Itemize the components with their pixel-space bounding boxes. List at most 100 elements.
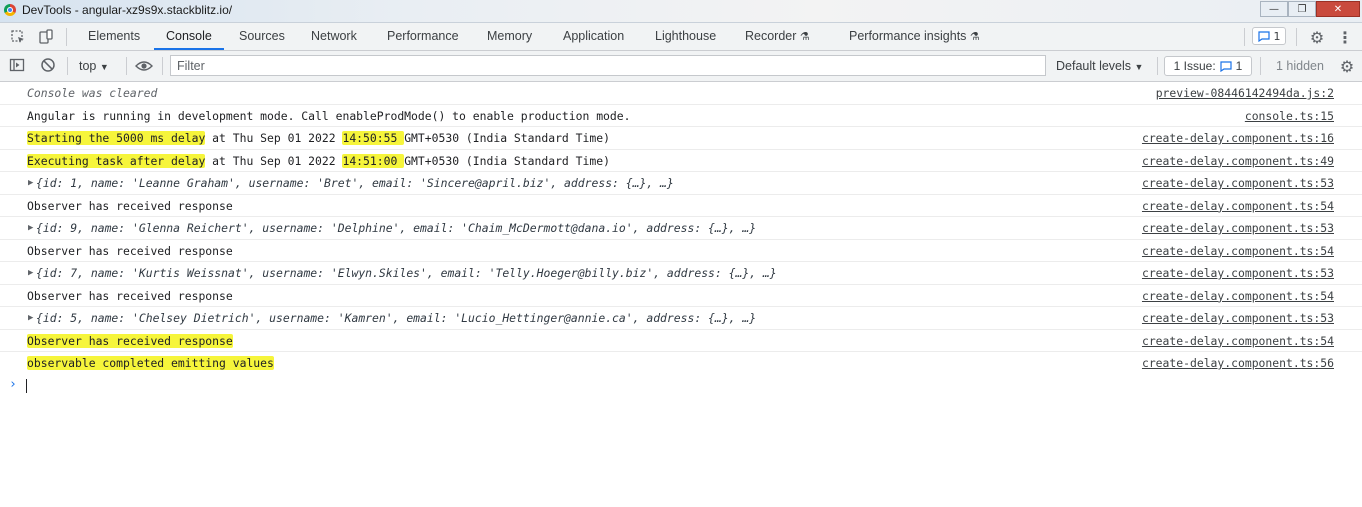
- object-preview[interactable]: {id: 1, name: 'Leanne Graham', username:…: [36, 172, 674, 194]
- source-link[interactable]: create-delay.component.ts:49: [1142, 150, 1334, 172]
- toolbar-divider: [1260, 57, 1261, 75]
- window-titlebar: DevTools - angular-xz9s9x.stackblitz.io/…: [0, 0, 1362, 23]
- tab-lighthouse[interactable]: Lighthouse: [655, 23, 716, 50]
- tab-performance-insights-label: Performance insights: [849, 29, 967, 43]
- sidebar-toggle-icon[interactable]: [8, 56, 26, 74]
- object-preview[interactable]: {id: 9, name: 'Glenna Reichert', usernam…: [36, 217, 756, 239]
- source-link[interactable]: create-delay.component.ts:54: [1142, 285, 1334, 307]
- console-row[interactable]: ▶ {id: 1, name: 'Leanne Graham', usernam…: [0, 172, 1362, 195]
- tab-performance[interactable]: Performance: [387, 23, 459, 50]
- settings-gear-icon[interactable]: ⚙: [1308, 28, 1326, 47]
- source-link[interactable]: create-delay.component.ts:54: [1142, 240, 1334, 262]
- toolbar-divider: [1296, 28, 1297, 46]
- source-link[interactable]: preview-08446142494da.js:2: [1156, 82, 1334, 104]
- device-toolbar-icon[interactable]: [37, 28, 55, 46]
- highlighted-text: Observer has received response: [27, 333, 233, 348]
- message-text: at Thu Sep 01 2022: [205, 131, 343, 145]
- console-message: Observer has received response: [27, 330, 233, 352]
- toolbar-divider: [1244, 28, 1245, 46]
- console-output: Console was cleared preview-08446142494d…: [0, 82, 1362, 395]
- console-row[interactable]: ▶ {id: 7, name: 'Kurtis Weissnat', usern…: [0, 262, 1362, 285]
- tab-recorder-label: Recorder: [745, 29, 797, 43]
- toolbar-divider: [162, 57, 163, 75]
- console-toolbar: top ▼ Default levels ▼ 1 Issue: 1 1 hidd…: [0, 51, 1362, 82]
- tab-console[interactable]: Console: [154, 23, 224, 50]
- messages-count: 1: [1273, 29, 1281, 43]
- console-row: Executing task after delay at Thu Sep 01…: [0, 150, 1362, 172]
- dropdown-triangle-icon: ▼: [99, 62, 109, 72]
- console-row: Observer has received response create-de…: [0, 195, 1362, 217]
- hidden-count: 1 hidden: [1276, 59, 1324, 73]
- maximize-button[interactable]: ❐: [1288, 1, 1316, 17]
- messages-badge[interactable]: 1: [1252, 27, 1286, 45]
- more-options-icon[interactable]: ⋮: [1336, 28, 1354, 47]
- console-row: Angular is running in development mode. …: [0, 105, 1362, 127]
- console-row: Observer has received response create-de…: [0, 330, 1362, 352]
- tab-performance-insights[interactable]: Performance insights ⚗: [849, 23, 980, 50]
- issues-label: 1 Issue:: [1173, 59, 1216, 73]
- console-row[interactable]: ▶ {id: 5, name: 'Chelsey Dietrich', user…: [0, 307, 1362, 330]
- expand-triangle-icon[interactable]: ▶: [28, 172, 33, 194]
- devtools-tabbar: Elements Console Sources Network Perform…: [0, 23, 1362, 51]
- message-text: at Thu Sep 01 2022: [205, 153, 343, 168]
- tab-network[interactable]: Network: [311, 23, 357, 50]
- live-expression-eye-icon[interactable]: [135, 57, 153, 75]
- console-message: Executing task after delay at Thu Sep 01…: [27, 150, 610, 172]
- filter-input[interactable]: [171, 56, 1045, 75]
- dropdown-triangle-icon: ▼: [1134, 62, 1144, 72]
- text-cursor: [26, 378, 27, 393]
- chrome-logo-icon: [4, 4, 16, 16]
- expand-triangle-icon[interactable]: ▶: [28, 307, 33, 329]
- experiment-flask-icon: ⚗: [969, 31, 980, 43]
- tab-elements[interactable]: Elements: [88, 23, 140, 50]
- tab-recorder[interactable]: Recorder ⚗: [745, 23, 810, 50]
- toolbar-divider: [67, 57, 68, 75]
- context-selector[interactable]: top ▼: [79, 59, 109, 73]
- console-message: Observer has received response: [27, 198, 233, 213]
- source-link[interactable]: create-delay.component.ts:54: [1142, 330, 1334, 352]
- source-link[interactable]: console.ts:15: [1245, 105, 1334, 127]
- log-levels-dropdown[interactable]: Default levels ▼: [1056, 59, 1143, 73]
- message-text: GMT+0530 (India Standard Time): [404, 153, 610, 168]
- filter-field[interactable]: [170, 55, 1046, 76]
- expand-triangle-icon[interactable]: ▶: [28, 217, 33, 239]
- console-message: Observer has received response: [27, 243, 233, 258]
- source-link[interactable]: create-delay.component.ts:53: [1142, 262, 1334, 284]
- console-row: Observer has received response create-de…: [0, 285, 1362, 307]
- minimize-button[interactable]: —: [1260, 1, 1288, 17]
- source-link[interactable]: create-delay.component.ts:53: [1142, 217, 1334, 239]
- tab-sources[interactable]: Sources: [239, 23, 285, 50]
- highlighted-time: 14:51:00: [342, 153, 405, 168]
- source-link[interactable]: create-delay.component.ts:53: [1142, 307, 1334, 329]
- close-button[interactable]: ✕: [1316, 1, 1360, 17]
- object-preview[interactable]: {id: 5, name: 'Chelsey Dietrich', userna…: [36, 307, 756, 329]
- console-message: Observer has received response: [27, 288, 233, 303]
- highlighted-text: observable completed emitting values: [27, 356, 274, 370]
- console-message: Angular is running in development mode. …: [27, 108, 631, 123]
- message-icon: [1257, 30, 1270, 42]
- context-selector-value: top: [79, 59, 97, 73]
- clear-console-icon[interactable]: [39, 56, 57, 74]
- tab-memory[interactable]: Memory: [487, 23, 532, 50]
- message-icon: [1220, 60, 1232, 72]
- highlighted-text: Executing task after delay: [27, 153, 206, 168]
- message-text: GMT+0530 (India Standard Time): [404, 131, 610, 145]
- issues-button[interactable]: 1 Issue: 1: [1164, 56, 1252, 76]
- toolbar-divider: [1157, 57, 1158, 75]
- console-row: Console was cleared preview-08446142494d…: [0, 82, 1362, 105]
- console-row[interactable]: ▶ {id: 9, name: 'Glenna Reichert', usern…: [0, 217, 1362, 240]
- source-link[interactable]: create-delay.component.ts:56: [1142, 352, 1334, 374]
- object-preview[interactable]: {id: 7, name: 'Kurtis Weissnat', usernam…: [36, 262, 777, 284]
- console-row: Observer has received response create-de…: [0, 240, 1362, 262]
- source-link[interactable]: create-delay.component.ts:54: [1142, 195, 1334, 217]
- console-prompt[interactable]: ›: [0, 375, 1362, 395]
- console-row: observable completed emitting values cre…: [0, 352, 1362, 375]
- source-link[interactable]: create-delay.component.ts:53: [1142, 172, 1334, 194]
- tab-application[interactable]: Application: [563, 23, 624, 50]
- console-settings-gear-icon[interactable]: ⚙: [1338, 57, 1356, 76]
- console-row: Starting the 5000 ms delay at Thu Sep 01…: [0, 127, 1362, 150]
- source-link[interactable]: create-delay.component.ts:16: [1142, 127, 1334, 149]
- toolbar-divider: [126, 57, 127, 75]
- expand-triangle-icon[interactable]: ▶: [28, 262, 33, 284]
- inspect-element-icon[interactable]: [9, 28, 27, 46]
